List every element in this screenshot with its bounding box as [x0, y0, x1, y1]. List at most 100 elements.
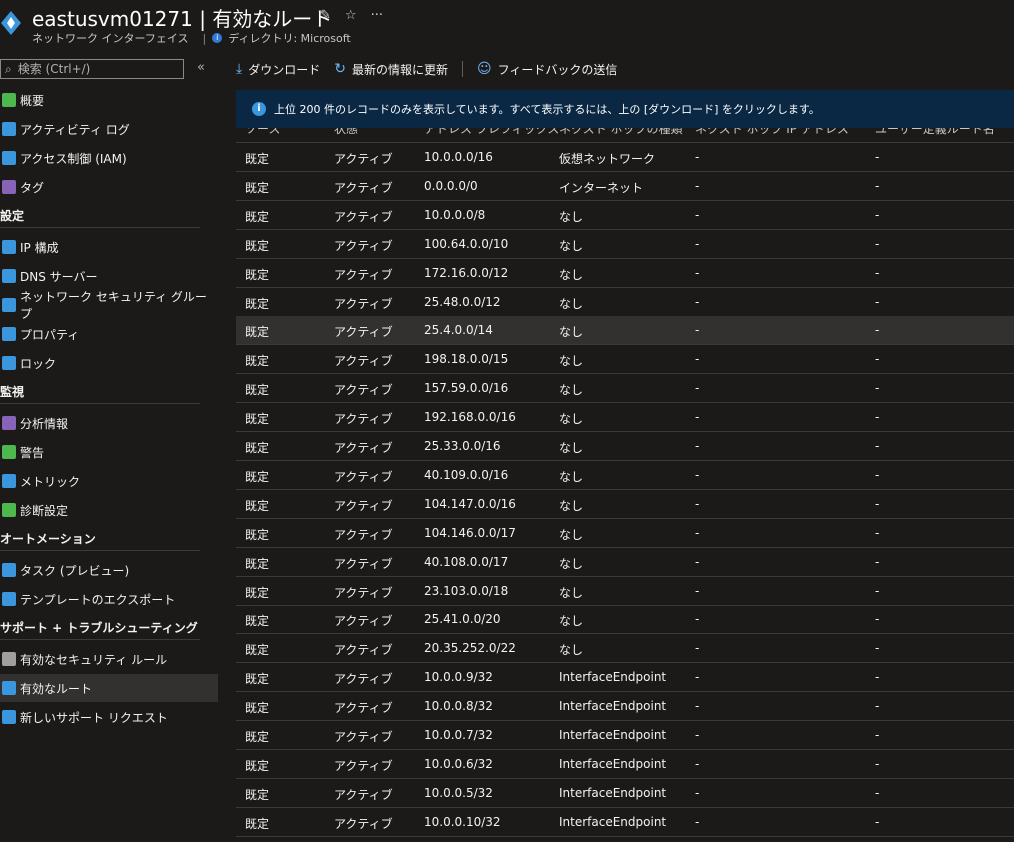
sidebar-item-nsg[interactable]: ネットワーク セキュリティ グループ: [0, 290, 218, 321]
table-cell: 192.168.0.0/16: [424, 410, 516, 425]
table-row[interactable]: 既定 アクティブ 25.4.0.0/14 なし - -: [236, 316, 1014, 346]
table-cell: -: [695, 265, 700, 280]
table-cell: 25.48.0.0/12: [424, 294, 501, 309]
table-cell: 10.0.0.0/16: [424, 150, 493, 164]
sidebar-item-label: 概要: [20, 93, 45, 108]
section-divider: [0, 403, 200, 404]
sidebar-item-label: 有効なセキュリティ ルール: [20, 652, 168, 667]
table-row[interactable]: 既定 アクティブ 23.103.0.0/18 なし - -: [236, 577, 1014, 606]
sidebar-item-tag[interactable]: タグ: [0, 173, 218, 201]
table-cell: アクティブ: [334, 498, 393, 513]
table-row[interactable]: 既定 アクティブ 25.41.0.0/20 なし - -: [236, 605, 1014, 635]
column-header[interactable]: ソース: [245, 128, 280, 137]
table-row[interactable]: 既定 アクティブ 10.0.0.5/32 InterfaceEndpoint - -: [236, 779, 1014, 808]
table-row[interactable]: 既定 アクティブ 10.0.0.9/32 InterfaceEndpoint - -: [236, 663, 1014, 693]
sidebar-item-routes[interactable]: 有効なルート: [0, 674, 218, 702]
column-header[interactable]: ユーザー定義ルート名: [875, 128, 995, 137]
column-header[interactable]: 状態: [334, 128, 358, 137]
sidebar-item-metrics[interactable]: メトリック: [0, 467, 218, 495]
sidebar-item-activity-log[interactable]: アクティビティ ログ: [0, 115, 218, 143]
collapse-sidebar-icon[interactable]: «: [197, 60, 205, 75]
table-row[interactable]: 既定 アクティブ 192.168.0.0/16 なし - -: [236, 403, 1014, 433]
table-row[interactable]: 既定 アクティブ 25.48.0.0/12 なし - -: [236, 288, 1014, 317]
table-row[interactable]: 既定 アクティブ 10.0.0.7/32 InterfaceEndpoint - -: [236, 721, 1014, 750]
sidebar-item-label: アクティビティ ログ: [20, 122, 130, 137]
sidebar-item-lock[interactable]: ロック: [0, 349, 218, 377]
sidebar-item-security-rules[interactable]: 有効なセキュリティ ルール: [0, 645, 218, 673]
column-header[interactable]: ネクスト ホップ IP アドレス: [695, 128, 849, 137]
sidebar-search[interactable]: ⌕: [0, 59, 184, 79]
table-cell: なし: [559, 527, 584, 542]
table-cell: 0.0.0.0/0: [424, 178, 478, 193]
sidebar-item-diagnostics[interactable]: 診断設定: [0, 496, 218, 524]
table-cell: アクティブ: [334, 730, 393, 744]
search-input[interactable]: [15, 61, 180, 77]
table-row[interactable]: 既定 アクティブ 10.0.0.10/32 InterfaceEndpoint - -: [236, 808, 1014, 837]
table-row[interactable]: 既定 アクティブ 20.35.252.0/22 なし - -: [236, 634, 1014, 664]
routes-table[interactable]: ソース 状態 アドレス プレフィックス ネクスト ホップの種類 ネクスト ホップ IP …: [236, 128, 1014, 842]
table-cell: 10.0.0.0/8: [424, 207, 486, 222]
sidebar-section-heading: 監視: [0, 383, 200, 404]
table-cell: -: [695, 496, 700, 511]
table-row[interactable]: 既定 アクティブ 157.59.0.0/16 なし - -: [236, 374, 1014, 404]
table-cell: 既定: [245, 701, 270, 716]
feedback-button[interactable]: ☺ フィードバックの送信: [477, 61, 617, 78]
table-cell: -: [695, 525, 700, 540]
table-cell: -: [695, 439, 700, 453]
resource-type-label: ネットワーク インターフェイス: [32, 32, 189, 45]
more-actions-icon[interactable]: ···: [371, 8, 383, 23]
sidebar-item-properties[interactable]: プロパティ: [0, 320, 218, 348]
sidebar-item-support[interactable]: 新しいサポート リクエスト: [0, 703, 218, 731]
sidebar-item-alerts[interactable]: 警告: [0, 438, 218, 466]
table-cell: 既定: [245, 354, 270, 369]
favorite-star-icon[interactable]: ☆: [345, 8, 357, 23]
table-row[interactable]: 既定 アクティブ 198.18.0.0/15 なし - -: [236, 345, 1014, 375]
table-cell: なし: [559, 643, 584, 658]
table-cell: アクティブ: [334, 556, 393, 571]
table-row[interactable]: 既定 アクティブ 0.0.0.0/0 インターネット - -: [236, 172, 1014, 201]
sidebar-item-label: IP 構成: [20, 240, 59, 255]
table-row[interactable]: 既定 アクティブ 172.16.0.0/12 なし - -: [236, 259, 1014, 288]
table-cell: 既定: [245, 296, 270, 311]
table-cell: 既定: [245, 527, 270, 542]
table-row[interactable]: 既定 アクティブ 10.0.0.0/16 仮想ネットワーク - -: [236, 143, 1014, 172]
table-row[interactable]: 既定 アクティブ 104.147.0.0/16 なし - -: [236, 490, 1014, 519]
sidebar-item-ip-config[interactable]: IP 構成: [0, 233, 218, 261]
table-row[interactable]: 既定 アクティブ 25.33.0.0/16 なし - -: [236, 432, 1014, 461]
table-cell: アクティブ: [334, 152, 393, 166]
table-row[interactable]: 既定 アクティブ 100.64.0.0/10 なし - -: [236, 230, 1014, 259]
table-cell: 40.109.0.0/16: [424, 467, 509, 482]
table-row[interactable]: 既定 アクティブ 40.109.0.0/16 なし - -: [236, 461, 1014, 490]
column-header[interactable]: ネクスト ホップの種類: [559, 128, 682, 137]
sidebar-item-iam[interactable]: アクセス制御 (IAM): [0, 144, 218, 172]
table-cell: 既定: [245, 238, 270, 253]
table-cell: -: [695, 467, 700, 482]
table-row[interactable]: 既定 アクティブ 104.146.0.0/17 なし - -: [236, 519, 1014, 548]
iam-icon: [2, 151, 16, 165]
section-divider: [0, 550, 200, 551]
table-cell: -: [875, 728, 880, 742]
table-cell: -: [875, 207, 880, 222]
table-row[interactable]: 既定 アクティブ 10.0.0.8/32 InterfaceEndpoint - -: [236, 692, 1014, 722]
table-row[interactable]: 既定 アクティブ 10.0.0.6/32 InterfaceEndpoint - -: [236, 750, 1014, 779]
sidebar-item-tasks[interactable]: タスク (プレビュー): [0, 556, 218, 584]
column-header[interactable]: アドレス プレフィックス: [424, 128, 559, 137]
sidebar-item-insights[interactable]: 分析情報: [0, 409, 218, 437]
sidebar-item-export-template[interactable]: テンプレートのエクスポート: [0, 585, 218, 613]
table-cell: 10.0.0.5/32: [424, 785, 493, 800]
sidebar-item-label: ロック: [20, 356, 57, 371]
table-cell: 104.147.0.0/16: [424, 496, 516, 511]
download-button[interactable]: ⤓ ダウンロード: [236, 61, 320, 78]
sidebar-section-heading: オートメーション: [0, 530, 200, 551]
refresh-button[interactable]: ↻ 最新の情報に更新: [334, 61, 448, 78]
lock-icon: [2, 356, 16, 370]
table-cell: アクティブ: [334, 672, 393, 687]
table-cell: 10.0.0.6/32: [424, 756, 493, 771]
sidebar-item-dns[interactable]: DNS サーバー: [0, 262, 218, 290]
sidebar-item-overview[interactable]: 概要: [0, 86, 218, 114]
table-row[interactable]: 既定 アクティブ 40.108.0.0/17 なし - -: [236, 548, 1014, 577]
pin-icon[interactable]: ✎: [320, 8, 331, 23]
properties-icon: [2, 327, 16, 341]
table-row[interactable]: 既定 アクティブ 10.0.0.0/8 なし - -: [236, 201, 1014, 230]
table-cell: -: [875, 236, 880, 251]
